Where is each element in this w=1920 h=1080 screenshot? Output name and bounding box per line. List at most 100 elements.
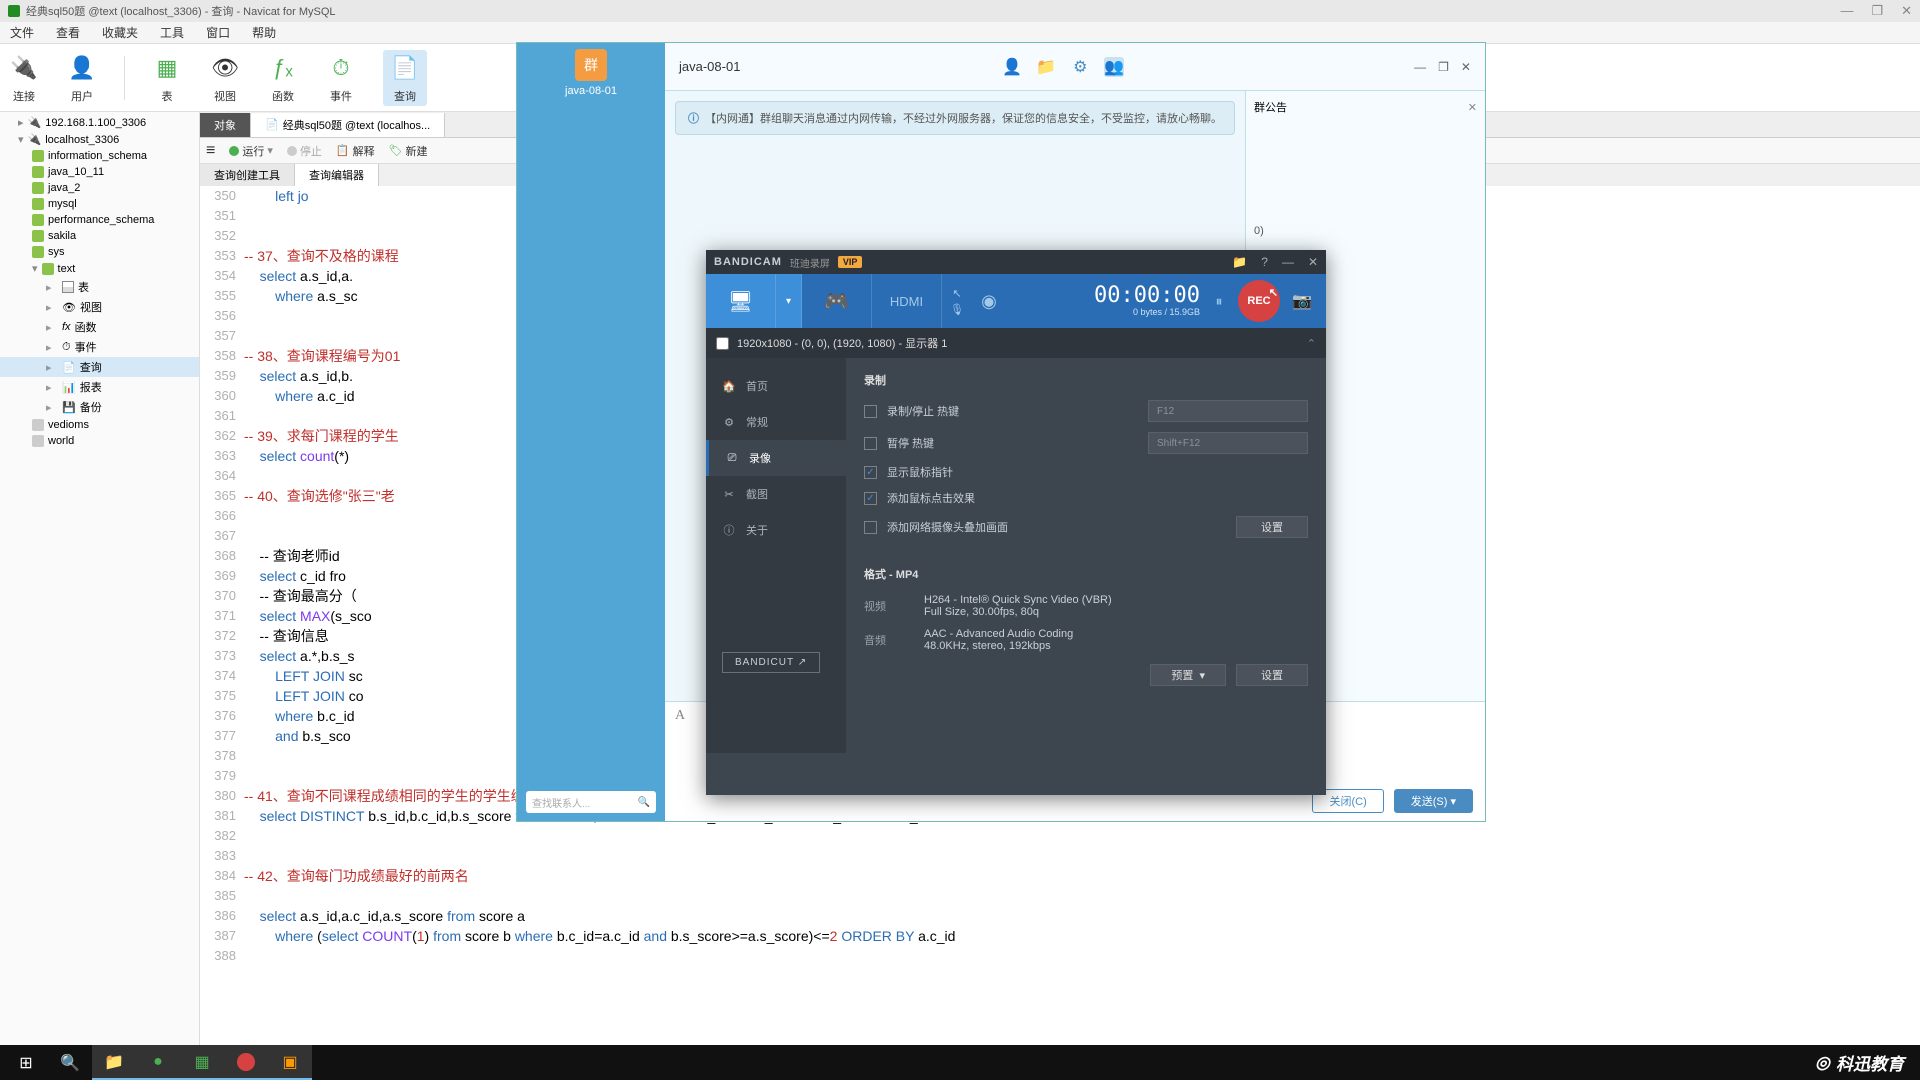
start-button[interactable]: ⊞ — [4, 1045, 48, 1080]
tab-objects[interactable]: 对象 — [200, 113, 251, 137]
subtab-editor[interactable]: 查询编辑器 — [295, 164, 379, 186]
font-icon[interactable]: A — [675, 708, 685, 724]
conn-item[interactable]: ▾🔌localhost_3306 — [0, 131, 199, 148]
tree-reports[interactable]: ▸📊报表 — [0, 377, 199, 397]
bandicut-link[interactable]: BANDICUT ↗ — [722, 652, 820, 673]
menu-tools[interactable]: 工具 — [160, 24, 184, 41]
chat-notice: ⓘ 【内网通】群组聊天消息通过内网传输，不经过外网服务器，保证您的信息安全，不受… — [675, 101, 1235, 135]
db-item[interactable]: sys — [0, 244, 199, 260]
task-app1[interactable]: ● — [136, 1045, 180, 1080]
chat-close[interactable]: ✕ — [1461, 60, 1471, 74]
folder-icon[interactable]: 📁 — [1232, 255, 1247, 269]
help-icon[interactable]: ? — [1261, 255, 1268, 269]
webcam-checkbox[interactable] — [864, 521, 877, 534]
mic-icon[interactable]: 🎙 — [950, 303, 964, 316]
click-checkbox[interactable]: ✓ — [864, 492, 877, 505]
pause-checkbox[interactable] — [864, 437, 877, 450]
tree-tables[interactable]: ▸表 — [0, 277, 199, 297]
chat-maximize[interactable]: ❐ — [1438, 60, 1449, 74]
brand-watermark: ◎科迅教育 — [1815, 1050, 1916, 1075]
chevron-up-icon[interactable]: ⌃ — [1307, 337, 1316, 350]
run-button[interactable]: 运行▾ — [229, 143, 273, 159]
setting2-button[interactable]: 设置 — [1236, 664, 1308, 686]
db-item[interactable]: sakila — [0, 228, 199, 244]
menu-favorites[interactable]: 收藏夹 — [102, 24, 138, 41]
res-checkbox[interactable] — [716, 337, 729, 350]
tree-events[interactable]: ▸⏱事件 — [0, 337, 199, 357]
tool-query[interactable]: 📄查询 — [383, 50, 427, 106]
task-bandicam[interactable] — [224, 1045, 268, 1080]
resolution-bar[interactable]: 1920x1080 - (0, 0), (1920, 1080) - 显示器 1… — [706, 328, 1326, 358]
menu-view[interactable]: 查看 — [56, 24, 80, 41]
group-avatar[interactable]: 群 — [575, 49, 607, 81]
pause-hotkey-input[interactable]: Shift+F12 — [1148, 432, 1308, 454]
tool-user[interactable]: 👤用户 — [66, 52, 98, 104]
folder-icon[interactable]: 📁 — [1036, 57, 1056, 77]
hamburger-button[interactable]: ≡ — [206, 142, 215, 160]
nav-capture[interactable]: ✂截图 — [706, 476, 846, 512]
preset-button[interactable]: 预置 ▾ — [1150, 664, 1226, 686]
pause-icon[interactable]: ⏸ — [1210, 293, 1228, 310]
tree-queries[interactable]: ▸📄查询 — [0, 357, 199, 377]
chat-search[interactable]: 查找联系人...🔍 — [526, 791, 656, 813]
db-item[interactable]: java_10_11 — [0, 164, 199, 180]
chat-sidebar: 群 java-08-01 查找联系人...🔍 — [517, 43, 665, 821]
mode-screen-dropdown[interactable]: ▾ — [776, 274, 802, 328]
task-navicat[interactable]: ▦ — [180, 1045, 224, 1080]
nav-home[interactable]: 🏠首页 — [706, 368, 846, 404]
tool-func[interactable]: ƒₓ函数 — [267, 52, 299, 104]
task-app2[interactable]: ▣ — [268, 1045, 312, 1080]
cursor-icon[interactable]: ↖ — [952, 287, 961, 300]
nav-about[interactable]: ⓘ关于 — [706, 512, 846, 548]
menu-window[interactable]: 窗口 — [206, 24, 230, 41]
mode-screen[interactable]: 🖥 — [706, 274, 776, 328]
db-item[interactable]: ▾text — [0, 260, 199, 277]
nav-general[interactable]: ⚙常规 — [706, 404, 846, 440]
new-button[interactable]: 🏷新建 — [389, 143, 428, 159]
record-button[interactable]: REC↖ — [1238, 280, 1280, 322]
minimize-button[interactable]: — — [1840, 3, 1853, 19]
chat-send-button[interactable]: 发送(S) ▾ — [1394, 789, 1473, 813]
stop-button[interactable]: 停止 — [287, 143, 322, 159]
tool-table[interactable]: ▦表 — [151, 52, 183, 104]
tool-event[interactable]: ⏱事件 — [325, 52, 357, 104]
subtab-builder[interactable]: 查询创建工具 — [200, 164, 295, 186]
hotkey-input[interactable]: F12 — [1148, 400, 1308, 422]
conn-item[interactable]: ▸🔌192.168.1.100_3306 — [0, 114, 199, 131]
db-item[interactable]: mysql — [0, 196, 199, 212]
announce-label: 群公告 — [1254, 99, 1287, 115]
tool-connect[interactable]: 🔌连接 — [8, 52, 40, 104]
explain-button[interactable]: 📋解释 — [336, 143, 375, 159]
setting-button[interactable]: 设置 — [1236, 516, 1308, 538]
db-item[interactable]: world — [0, 433, 199, 449]
mouse-checkbox[interactable]: ✓ — [864, 466, 877, 479]
add-user-icon[interactable]: 👤 — [1002, 57, 1022, 77]
members-icon[interactable]: 👥 — [1104, 57, 1124, 77]
db-item[interactable]: information_schema — [0, 148, 199, 164]
hotkey-checkbox[interactable] — [864, 405, 877, 418]
tree-views[interactable]: ▸👁视图 — [0, 297, 199, 317]
tool-view[interactable]: 👁视图 — [209, 52, 241, 104]
chat-minimize[interactable]: — — [1414, 60, 1426, 74]
menu-file[interactable]: 文件 — [10, 24, 34, 41]
nav-record[interactable]: ⎚录像 — [706, 440, 846, 476]
db-item[interactable]: performance_schema — [0, 212, 199, 228]
db-item[interactable]: vedioms — [0, 417, 199, 433]
mode-game[interactable]: 🎮 — [802, 274, 872, 328]
maximize-button[interactable]: ❐ — [1871, 3, 1883, 19]
bcam-close[interactable]: ✕ — [1308, 255, 1318, 269]
menu-help[interactable]: 帮助 — [252, 24, 276, 41]
tree-functions[interactable]: ▸fx函数 — [0, 317, 199, 337]
search-button[interactable]: 🔍 — [48, 1045, 92, 1080]
db-item[interactable]: java_2 — [0, 180, 199, 196]
screenshot-button[interactable]: 📷 — [1290, 289, 1314, 313]
mode-device[interactable]: HDMI — [872, 274, 942, 328]
menubar: 文件 查看 收藏夹 工具 窗口 帮助 — [0, 22, 1920, 44]
tab-sqlfile[interactable]: 📄经典sql50题 @text (localhos... — [251, 113, 445, 137]
bcam-minimize[interactable]: — — [1282, 255, 1294, 269]
webcam-icon[interactable]: ◉ — [972, 291, 1006, 312]
gear-icon[interactable]: ⚙ — [1070, 57, 1090, 77]
task-explorer[interactable]: 📁 — [92, 1045, 136, 1080]
close-button[interactable]: ✕ — [1901, 3, 1912, 19]
tree-backup[interactable]: ▸💾备份 — [0, 397, 199, 417]
